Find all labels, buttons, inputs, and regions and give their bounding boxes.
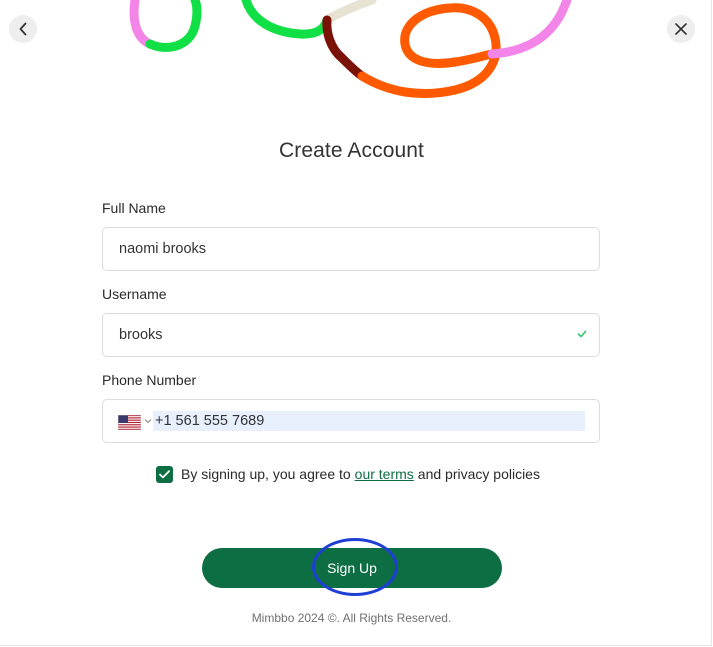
- full-name-label: Full Name: [102, 200, 166, 216]
- decorative-scribble: [129, 0, 572, 99]
- valid-check-icon: [577, 330, 587, 338]
- full-name-input[interactable]: [119, 228, 559, 270]
- agree-checkbox[interactable]: [156, 465, 173, 483]
- username-label: Username: [102, 286, 167, 302]
- close-button[interactable]: [667, 15, 695, 43]
- sign-up-button[interactable]: Sign Up: [202, 548, 502, 588]
- close-icon: [675, 23, 687, 35]
- full-name-field[interactable]: [102, 227, 600, 271]
- page-title: Create Account: [279, 139, 424, 162]
- agreement-text-prefix: By signing up, you agree to: [181, 466, 351, 482]
- signup-dialog: Create Account Full Name Username Phone …: [0, 0, 712, 646]
- terms-link[interactable]: our terms: [355, 466, 414, 482]
- terms-agreement: By signing up, you agree to our terms an…: [156, 465, 540, 483]
- us-flag-icon[interactable]: [118, 415, 141, 430]
- username-field[interactable]: [102, 313, 600, 357]
- phone-number-label: Phone Number: [102, 372, 197, 388]
- agreement-text-suffix: and privacy policies: [417, 466, 540, 482]
- copyright-footer: Mimbbo 2024 ©. All Rights Reserved.: [251, 611, 452, 625]
- phone-number-input[interactable]: +1 561 555 7689: [153, 411, 585, 431]
- phone-number-field[interactable]: +1 561 555 7689: [102, 399, 600, 443]
- back-button[interactable]: [9, 15, 37, 43]
- checkmark-icon: [159, 469, 170, 478]
- country-dropdown-icon[interactable]: [144, 418, 152, 424]
- chevron-left-icon: [19, 22, 27, 36]
- username-input[interactable]: [119, 314, 559, 356]
